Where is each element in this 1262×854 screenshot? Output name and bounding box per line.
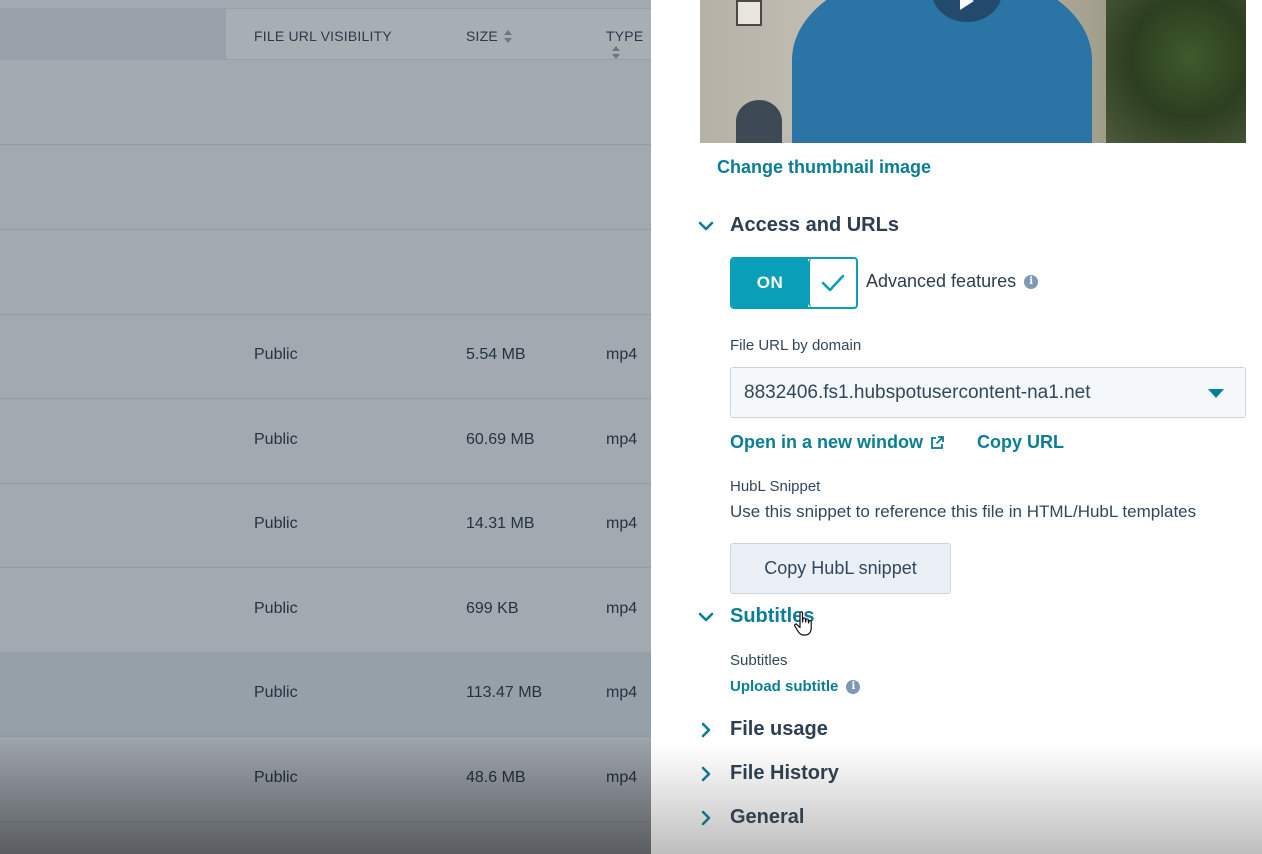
table-row[interactable]: Public 699 KB mp4 [0,568,651,653]
table-row[interactable]: Public 14.31 MB mp4 [0,483,651,568]
row-visibility: Public [254,600,298,617]
chevron-right-icon [701,722,711,737]
header-name-column[interactable] [0,9,226,60]
section-file-usage[interactable]: File usage [696,718,828,741]
row-visibility: Public [254,346,298,363]
upload-subtitle-label: Upload subtitle [730,678,839,695]
check-icon [821,274,845,292]
column-header-size[interactable]: SIZE [466,28,512,44]
subtitles-label: Subtitles [730,652,788,669]
open-in-new-window-link[interactable]: Open in a new window [730,432,945,453]
chevron-right-icon [701,810,711,825]
chevron-right-icon [701,766,711,781]
hand-cursor-icon [794,611,812,636]
thumbnail-mug [736,100,782,143]
row-type: mp4 [606,769,638,786]
video-thumbnail[interactable] [700,0,1246,143]
row-size: 14.31 MB [466,515,535,532]
file-details-panel: Change thumbnail image Access and URLs O… [651,0,1262,854]
toggle-on-label: ON [732,259,808,307]
table-row[interactable] [0,60,651,145]
advanced-features-label: Advanced features i [866,271,1039,292]
thumbnail-plant [1106,0,1246,143]
table-row[interactable]: Public 60.69 MB mp4 [0,399,651,484]
section-title: Access and URLs [730,214,899,236]
table-row[interactable] [0,145,651,230]
row-size: 48.6 MB [466,769,526,786]
table-header: FILE URL VISIBILITY SIZE TYPE [0,8,651,60]
row-size: 5.54 MB [466,346,526,363]
change-thumbnail-link[interactable]: Change thumbnail image [717,157,931,178]
table-row[interactable]: Public 48.6 MB mp4 [0,737,651,822]
row-visibility: Public [254,684,298,701]
column-header-visibility[interactable]: FILE URL VISIBILITY [254,28,392,44]
row-type: mp4 [606,684,638,701]
column-header-size-label: SIZE [466,28,498,44]
chevron-down-icon [698,221,714,230]
advanced-features-text: Advanced features [866,271,1017,291]
copy-hubl-snippet-button[interactable]: Copy HubL snippet [730,543,951,594]
section-file-history[interactable]: File History [696,762,839,785]
sort-icon[interactable] [503,30,512,44]
row-type: mp4 [606,346,638,363]
domain-select[interactable]: 8832406.fs1.hubspotusercontent-na1.net [730,367,1246,418]
copy-url-link[interactable]: Copy URL [977,432,1064,453]
column-header-type-label: TYPE [606,28,644,44]
row-type: mp4 [606,600,638,617]
advanced-features-toggle[interactable]: ON [730,257,858,309]
row-size: 699 KB [466,600,519,617]
column-header-type[interactable]: TYPE [606,28,651,60]
info-icon[interactable]: i [1024,274,1039,289]
hubl-snippet-label: HubL Snippet [730,478,821,495]
row-size: 60.69 MB [466,431,535,448]
section-access-urls[interactable]: Access and URLs [696,214,899,237]
domain-select-value: 8832406.fs1.hubspotusercontent-na1.net [744,381,1091,403]
table-row[interactable]: Public 5.54 MB mp4 [0,314,651,399]
row-visibility: Public [254,431,298,448]
file-table: FILE URL VISIBILITY SIZE TYPE Public 5.5… [0,0,651,854]
hubl-snippet-description: Use this snippet to reference this file … [730,502,1197,521]
open-window-label: Open in a new window [730,432,924,452]
file-url-label: File URL by domain [730,337,862,354]
upload-subtitle-link[interactable]: Upload subtitle i [730,678,861,695]
row-visibility: Public [254,769,298,786]
section-title: General [730,806,805,828]
row-visibility: Public [254,515,298,532]
info-icon[interactable]: i [846,679,861,694]
row-size: 113.47 MB [466,684,543,701]
sort-icon[interactable] [612,46,620,60]
table-row-selected[interactable]: Public 113.47 MB mp4 [0,652,651,737]
table-row[interactable] [0,230,651,315]
section-title: File usage [730,718,828,740]
row-type: mp4 [606,431,638,448]
section-title: File History [730,762,839,784]
external-link-icon [931,435,944,449]
thumbnail-person [792,0,1092,143]
toggle-knob [808,259,856,307]
thumbnail-frame [736,0,762,26]
dropdown-caret-icon [1208,389,1224,398]
section-general[interactable]: General [696,806,804,829]
chevron-down-icon [698,612,714,621]
row-type: mp4 [606,515,638,532]
